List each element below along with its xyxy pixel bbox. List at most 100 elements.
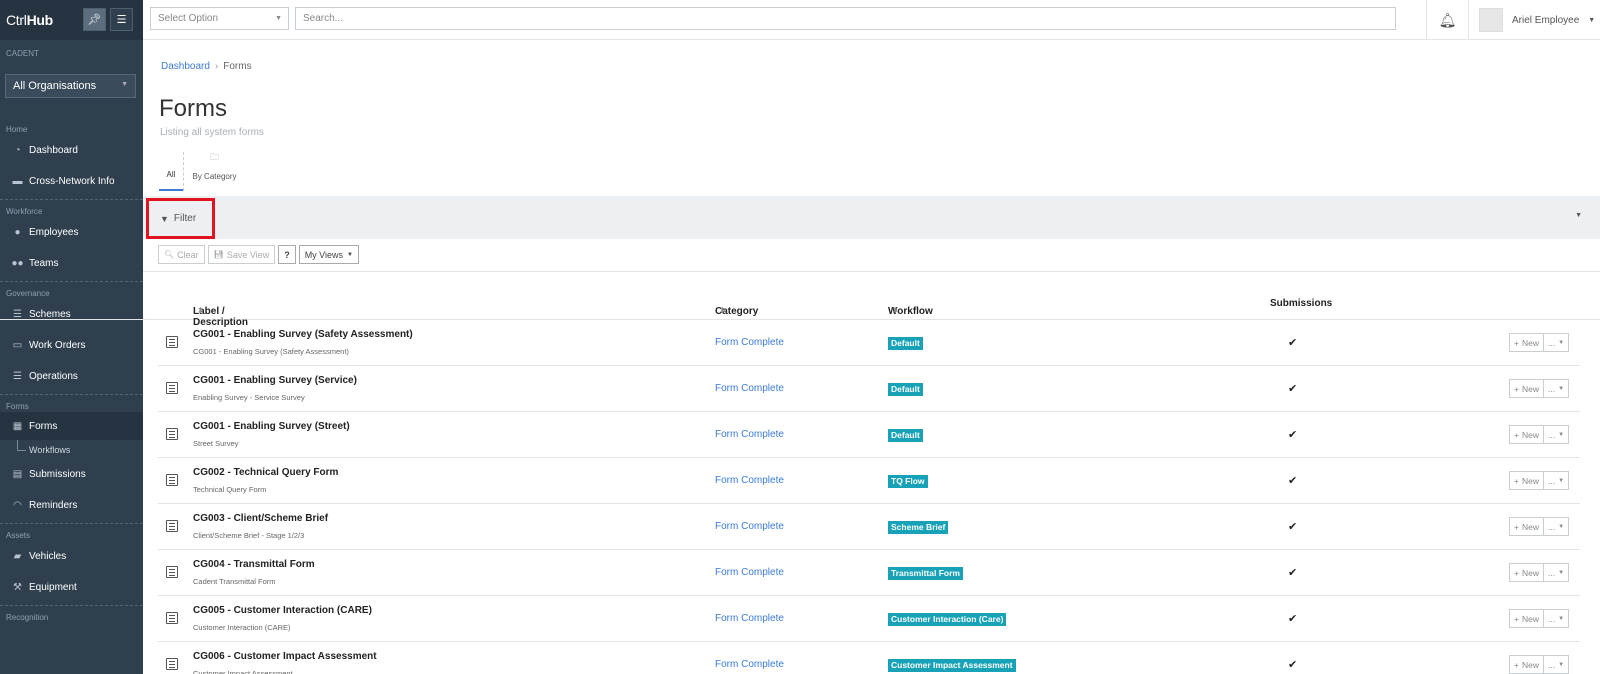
row-actions: + New... ▼ (1509, 563, 1570, 582)
form-icon (166, 612, 178, 624)
filter-expand-icon[interactable]: ▼ (1575, 212, 1582, 219)
more-actions-button[interactable]: ... ▼ (1543, 379, 1570, 398)
menu-toggle-button[interactable]: ☰ (110, 8, 133, 31)
workflow-badge[interactable]: Default (888, 337, 923, 350)
chevron-down-icon: ▼ (1558, 339, 1565, 346)
category-link[interactable]: Form Complete (715, 567, 784, 578)
category-link[interactable]: Form Complete (715, 521, 784, 532)
new-submission-button[interactable]: + New (1509, 517, 1544, 536)
form-label[interactable]: CG004 - Transmittal Form (193, 559, 315, 570)
more-actions-button[interactable]: ... ▼ (1543, 563, 1570, 582)
more-actions-button[interactable]: ... ▼ (1543, 471, 1570, 490)
workflow-badge[interactable]: Customer Interaction (Care) (888, 613, 1007, 626)
more-label: ... (1547, 613, 1556, 624)
more-actions-button[interactable]: ... ▼ (1543, 333, 1570, 352)
chevron-down-icon: ▼ (1558, 523, 1565, 530)
sidebar-item-label: Work Orders (29, 340, 86, 351)
save-view-button[interactable]: 💾︎ Save View (207, 245, 276, 264)
table-row[interactable]: CG001 - Enabling Survey (Service) Enablin… (158, 366, 1580, 412)
workflow-badge[interactable]: TQ Flow (888, 475, 928, 488)
filter-icon: ▼ (160, 213, 169, 224)
sidebar-item-dashboard[interactable]: ◔ Dashboard (0, 135, 143, 166)
sidebar-item-teams[interactable]: ●● Teams (0, 248, 143, 279)
sidebar-item-reminders[interactable]: ◠ Reminders (0, 490, 143, 521)
more-label: ... (1547, 337, 1556, 348)
search-input[interactable] (295, 7, 1396, 30)
category-link[interactable]: Form Complete (715, 383, 784, 394)
brand-logo[interactable]: CtrlHub (6, 12, 53, 28)
category-link[interactable]: Form Complete (715, 475, 784, 486)
plus-icon: + (1514, 429, 1519, 440)
new-submission-button[interactable]: + New (1509, 655, 1544, 674)
sidebar-item-equipment[interactable]: ⚒ Equipment (0, 572, 143, 603)
avatar (1479, 8, 1503, 32)
new-submission-button[interactable]: + New (1509, 563, 1544, 582)
form-label[interactable]: CG001 - Enabling Survey (Safety Assessme… (193, 329, 413, 340)
sidebar-item-cross-network-info[interactable]: ▬ Cross-Network Info (0, 166, 143, 197)
new-submission-button[interactable]: + New (1509, 379, 1544, 398)
pin-sidebar-button[interactable]: 📌︎ (83, 8, 106, 31)
form-label[interactable]: CG001 - Enabling Survey (Street) (193, 421, 350, 432)
form-description: CG001 - Enabling Survey (Safety Assessme… (193, 347, 349, 356)
row-actions: + New... ▼ (1509, 655, 1570, 674)
option-select[interactable]: Select Option ▼ (150, 7, 289, 30)
sidebar-item-workflows[interactable]: Workflows (0, 440, 143, 459)
form-label[interactable]: CG002 - Technical Query Form (193, 467, 338, 478)
more-actions-button[interactable]: ... ▼ (1543, 655, 1570, 674)
organisation-select[interactable]: All Organisations ▼ (5, 74, 136, 98)
sidebar-item-forms[interactable]: ▦ Forms (0, 412, 143, 440)
nav-group: Recognition (0, 606, 143, 625)
new-label: New (1521, 613, 1539, 624)
divider (143, 271, 1600, 272)
table-row[interactable]: CG001 - Enabling Survey (Street) Street S… (158, 412, 1580, 458)
hamburger-icon: ☰ (116, 14, 127, 26)
tab-all[interactable]: All (159, 152, 183, 191)
table-row[interactable]: CG002 - Technical Query Form Technical Qu… (158, 458, 1580, 504)
more-actions-button[interactable]: ... ▼ (1543, 425, 1570, 444)
workflow-badge[interactable]: Default (888, 383, 923, 396)
folder-icon: ▬ (12, 176, 23, 187)
form-label[interactable]: CG006 - Customer Impact Assessment (193, 651, 377, 662)
table-row[interactable]: CG004 - Transmittal Form Cadent Transmitt… (158, 550, 1580, 596)
sidebar-item-employees[interactable]: ● Employees (0, 217, 143, 248)
form-label[interactable]: CG005 - Customer Interaction (CARE) (193, 605, 372, 616)
filter-button[interactable]: ▼ Filter (146, 198, 215, 239)
sidebar-item-submissions[interactable]: ▤ Submissions (0, 459, 143, 490)
tab-all-label: All (166, 170, 176, 179)
new-submission-button[interactable]: + New (1509, 609, 1544, 628)
table-row[interactable]: CG003 - Client/Scheme Brief Client/Scheme… (158, 504, 1580, 550)
table-row[interactable]: CG005 - Customer Interaction (CARE) Custo… (158, 596, 1580, 642)
workflow-badge[interactable]: Transmittal Form (888, 567, 963, 580)
new-submission-button[interactable]: + New (1509, 471, 1544, 490)
table-row[interactable]: CG006 - Customer Impact Assessment Custom… (158, 642, 1580, 674)
row-actions: + New... ▼ (1509, 517, 1570, 536)
workflow-badge[interactable]: Default (888, 429, 923, 442)
more-actions-button[interactable]: ... ▼ (1543, 609, 1570, 628)
users-icon: ●● (11, 258, 24, 269)
form-label[interactable]: CG001 - Enabling Survey (Service) (193, 375, 357, 386)
category-link[interactable]: Form Complete (715, 429, 784, 440)
user-menu[interactable]: Ariel Employee ▼ (1479, 0, 1595, 40)
tab-by-category[interactable]: 🗀 By Category (183, 152, 245, 191)
form-label[interactable]: CG003 - Client/Scheme Brief (193, 513, 328, 524)
workflow-badge[interactable]: Customer Impact Assessment (888, 659, 1016, 672)
clear-button[interactable]: 🔍︎ Clear (158, 245, 205, 264)
category-link[interactable]: Form Complete (715, 337, 784, 348)
table-row[interactable]: CG001 - Enabling Survey (Safety Assessme… (158, 320, 1580, 366)
my-views-button[interactable]: My Views ▼ (298, 245, 359, 264)
sidebar-item-operations[interactable]: ☰ Operations (0, 361, 143, 392)
more-actions-button[interactable]: ... ▼ (1543, 517, 1570, 536)
row-actions: + New... ▼ (1509, 425, 1570, 444)
new-submission-button[interactable]: + New (1509, 425, 1544, 444)
breadcrumb-dashboard[interactable]: Dashboard (161, 61, 210, 72)
sidebar-item-work-orders[interactable]: ▭ Work Orders (0, 330, 143, 361)
help-button[interactable]: ? (278, 245, 296, 264)
user-icon: ● (14, 227, 21, 238)
category-link[interactable]: Form Complete (715, 659, 784, 670)
new-submission-button[interactable]: + New (1509, 333, 1544, 352)
category-link[interactable]: Form Complete (715, 613, 784, 624)
sidebar-item-vehicles[interactable]: ▰ Vehicles (0, 541, 143, 572)
workflow-badge[interactable]: Scheme Brief (888, 521, 949, 534)
notifications-button[interactable]: 🔔︎ (1426, 0, 1469, 40)
chevron-down-icon: ▼ (121, 81, 128, 88)
